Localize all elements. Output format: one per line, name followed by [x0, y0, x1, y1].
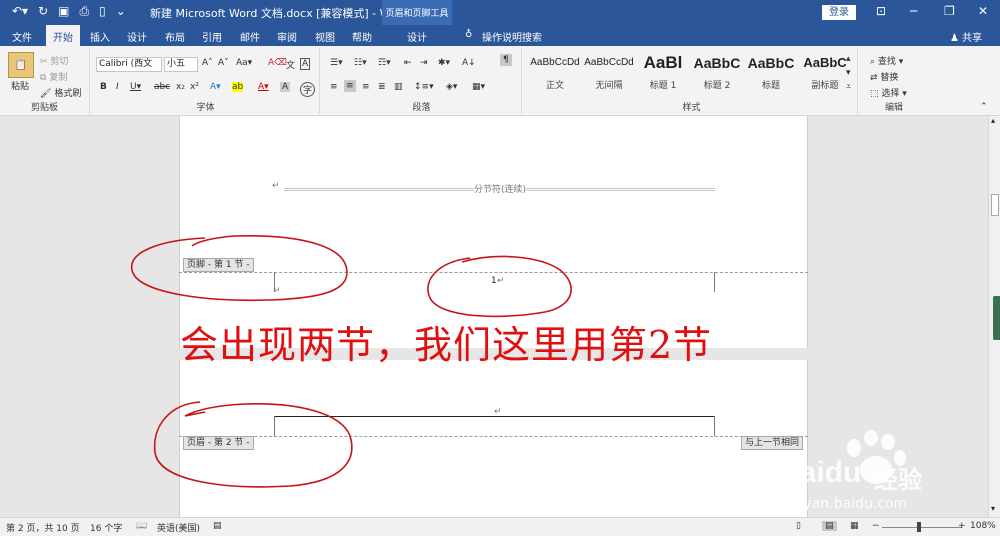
- read-mode-icon[interactable]: ▯: [796, 521, 801, 531]
- baidu-watermark: Baidu 经验 jingyan.baidu.com: [778, 430, 978, 520]
- scroll-up-icon[interactable]: ▴: [991, 116, 995, 125]
- annotation-circle: [153, 401, 353, 488]
- word-window: ↶▾ ↻ ▣ ⎙ ▯ ⌄ 新建 Microsoft Word 文档.docx […: [0, 0, 1000, 536]
- word-count[interactable]: 16 个字: [90, 521, 122, 534]
- annotation-text: 会出现两节，我们这里用第2节: [180, 323, 713, 367]
- zoom-slider[interactable]: [882, 527, 962, 528]
- zoom-level[interactable]: 108%: [970, 521, 996, 531]
- zoom-in-icon[interactable]: +: [958, 521, 966, 531]
- zoom-out-icon[interactable]: −: [872, 521, 880, 531]
- language[interactable]: 英语(美国): [157, 521, 200, 534]
- annotation-circle: [427, 255, 572, 318]
- watermark-brand: Baidu: [778, 456, 862, 489]
- watermark-url: jingyan.baidu.com: [778, 496, 908, 512]
- status-bar: 第 2 页，共 10 页 16 个字 📖 英语(美国) ▤ ▯ ▤ ▦ − + …: [0, 517, 1000, 536]
- vertical-scrollbar[interactable]: ▴ ▾: [988, 116, 1000, 517]
- proofing-icon[interactable]: 📖: [136, 521, 147, 531]
- annotation-circle: [131, 234, 348, 302]
- watermark-brand-cn: 经验: [874, 466, 922, 494]
- page-count[interactable]: 第 2 页，共 10 页: [6, 521, 80, 534]
- side-tab[interactable]: [993, 296, 1000, 340]
- macro-icon[interactable]: ▤: [213, 521, 222, 531]
- scroll-thumb[interactable]: [991, 194, 999, 216]
- scroll-down-icon[interactable]: ▾: [991, 504, 995, 513]
- web-layout-icon[interactable]: ▦: [850, 521, 859, 531]
- zoom-slider-thumb[interactable]: [917, 522, 921, 532]
- print-layout-icon[interactable]: ▤: [822, 521, 837, 531]
